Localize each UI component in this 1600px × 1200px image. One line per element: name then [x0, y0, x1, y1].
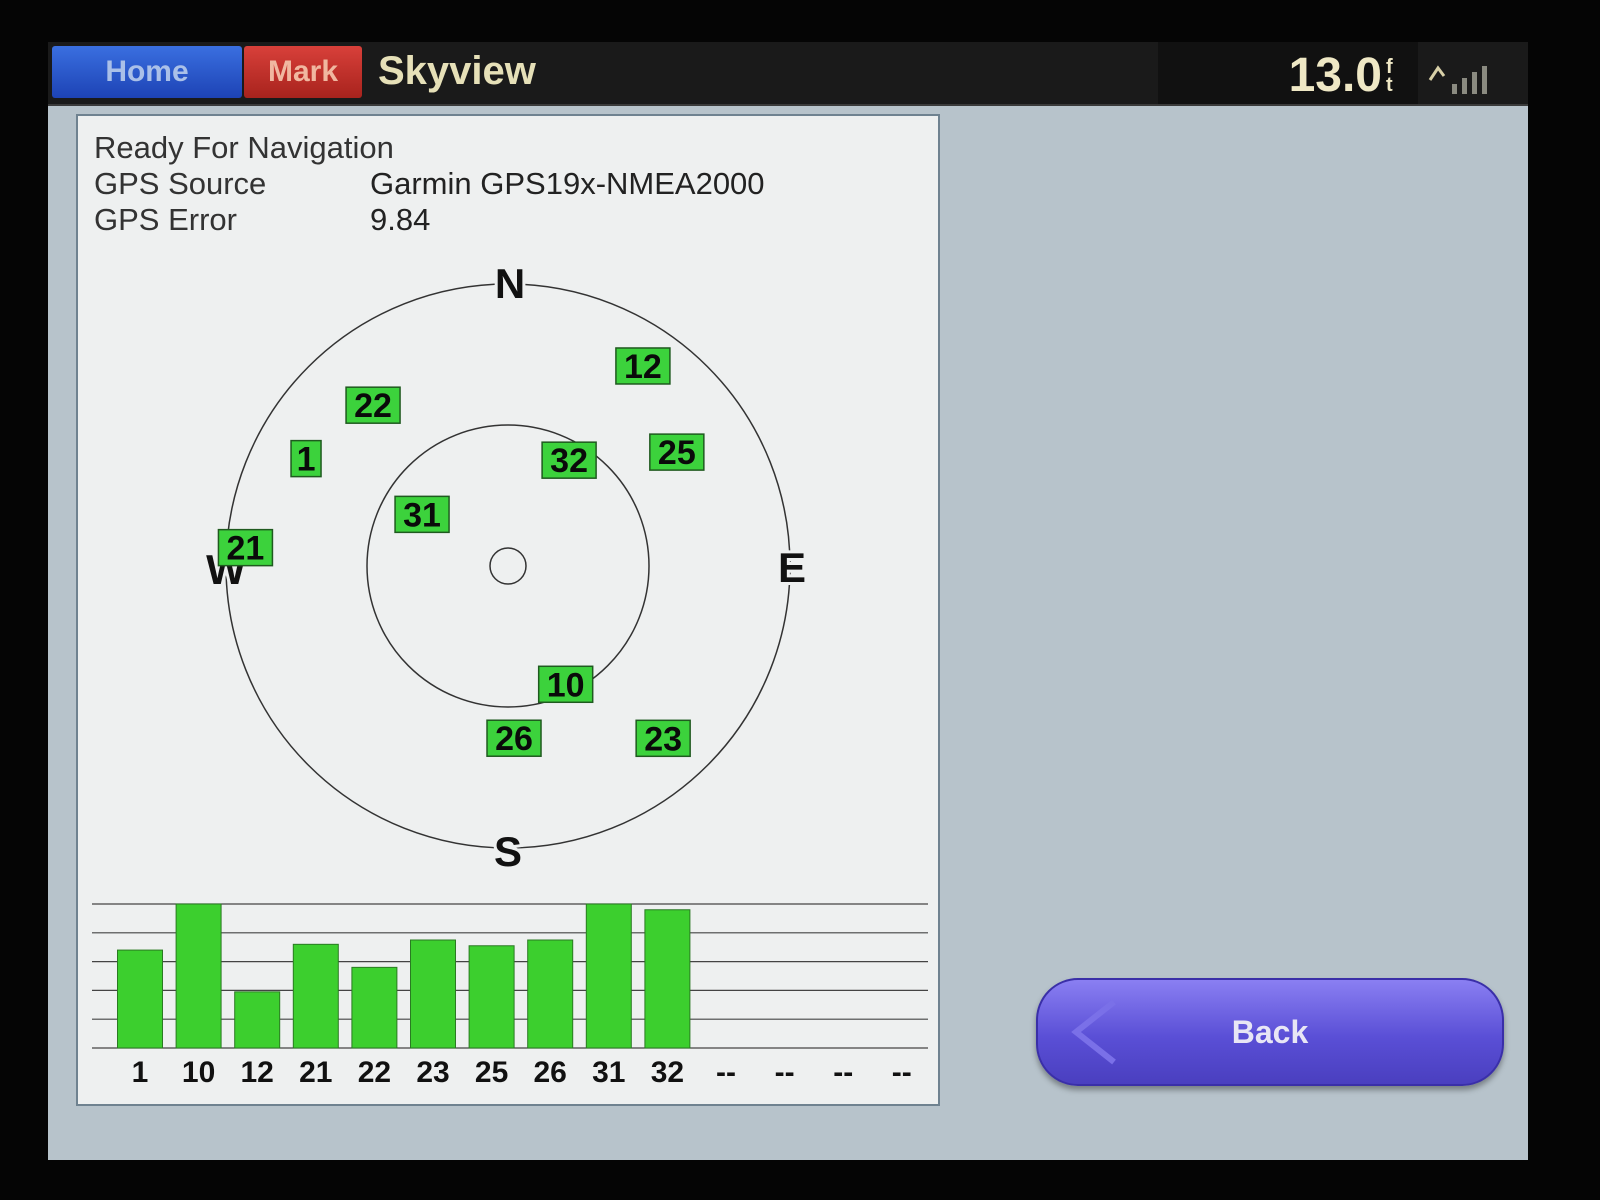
gps-error-label: GPS Error	[94, 202, 237, 237]
signal-bar	[410, 939, 456, 1049]
top-bar: Home Mark Skyview 13.0 ft	[48, 42, 1528, 106]
gps-source-value: Garmin GPS19x-NMEA2000	[370, 166, 765, 201]
bar-label: 1	[132, 1056, 149, 1089]
signal-bar	[351, 966, 398, 1049]
bar-label: 12	[241, 1056, 274, 1089]
satellite-markers: 12 22 1 32 25 31 21 10 26 23	[217, 347, 705, 758]
bar-label: 32	[651, 1056, 684, 1089]
depth-value: 13.0	[1288, 49, 1382, 102]
mark-button[interactable]: Mark	[244, 46, 362, 98]
signal-bar	[175, 903, 222, 1049]
satellite-id-label: 10	[547, 666, 585, 704]
satellite-id-label: 21	[227, 530, 265, 568]
satellite-marker: 10	[537, 665, 594, 704]
satellite-id-label: 25	[658, 434, 696, 472]
satellite-marker: 25	[649, 433, 705, 472]
satellite-marker: 23	[635, 719, 691, 758]
satellite-marker: 26	[486, 719, 542, 758]
page-title: Skyview	[378, 49, 536, 93]
bar-label: --	[716, 1056, 736, 1089]
compass-north: N	[495, 266, 525, 307]
satellite-marker: 31	[394, 495, 450, 534]
satellite-id-label: 1	[297, 441, 316, 479]
back-button[interactable]: Back	[1036, 978, 1504, 1086]
signal-bar	[468, 945, 515, 1049]
satellite-id-label: 12	[624, 348, 662, 386]
signal-bar	[117, 949, 163, 1049]
bar-label: 22	[358, 1056, 391, 1089]
satellite-marker: 22	[345, 386, 401, 425]
satellite-id-label: 26	[495, 720, 533, 758]
bar-label: 21	[299, 1056, 332, 1089]
signal-bars: 1 10 12 21 22 23 25 26 31 32 -- -- -- --	[117, 903, 912, 1089]
signal-strength-chart: 1 10 12 21 22 23 25 26 31 32 -- -- -- --	[92, 903, 928, 1089]
satellite-id-label: 32	[550, 442, 588, 480]
satellite-id-label: 23	[644, 720, 682, 758]
depth-unit: ft	[1386, 57, 1400, 96]
home-button[interactable]: Home	[52, 46, 242, 98]
zenith-marker	[489, 547, 527, 585]
back-button-label: Back	[1231, 1014, 1309, 1050]
horizon-ring	[225, 283, 791, 849]
bar-label: --	[892, 1056, 912, 1089]
bar-label: 25	[475, 1056, 508, 1089]
chartplotter-screen: Home Mark Skyview 13.0 ft Ready For Navi…	[48, 42, 1528, 1160]
depth-readout: 13.0 ft	[1158, 42, 1418, 104]
signal-bar	[644, 909, 691, 1049]
satellite-marker: 21	[217, 528, 274, 568]
bar-label: 10	[182, 1056, 215, 1089]
signal-bar	[585, 903, 632, 1049]
depth-unit-bottom: t	[1386, 74, 1393, 96]
gps-error-value: 9.84	[370, 202, 431, 237]
signal-bar	[527, 939, 574, 1049]
skyview-panel: Ready For Navigation GPS Source Garmin G…	[76, 114, 940, 1106]
elevation-45-ring	[366, 424, 650, 708]
gps-source-label: GPS Source	[94, 166, 267, 201]
bar-label: 26	[534, 1056, 567, 1089]
signal-bar	[292, 943, 339, 1049]
signal-bar	[234, 991, 281, 1049]
satellite-marker: 12	[615, 347, 671, 386]
satellite-id-label: 31	[403, 496, 441, 534]
satellite-marker: 1	[290, 439, 322, 479]
bar-label: 23	[416, 1056, 449, 1089]
gps-status: Ready For Navigation	[94, 130, 394, 165]
bar-label: 31	[592, 1056, 625, 1089]
bar-label: --	[775, 1056, 795, 1089]
satellite-sky-plot: N S E W 12221 32 2531211026 23	[203, 266, 809, 878]
gps-signal-icon	[1428, 65, 1487, 94]
satellite-id-label: 22	[354, 387, 392, 425]
compass-east: E	[778, 544, 806, 591]
bar-label: --	[833, 1056, 853, 1089]
compass-south: S	[494, 828, 522, 875]
satellite-marker: 32	[541, 441, 597, 480]
